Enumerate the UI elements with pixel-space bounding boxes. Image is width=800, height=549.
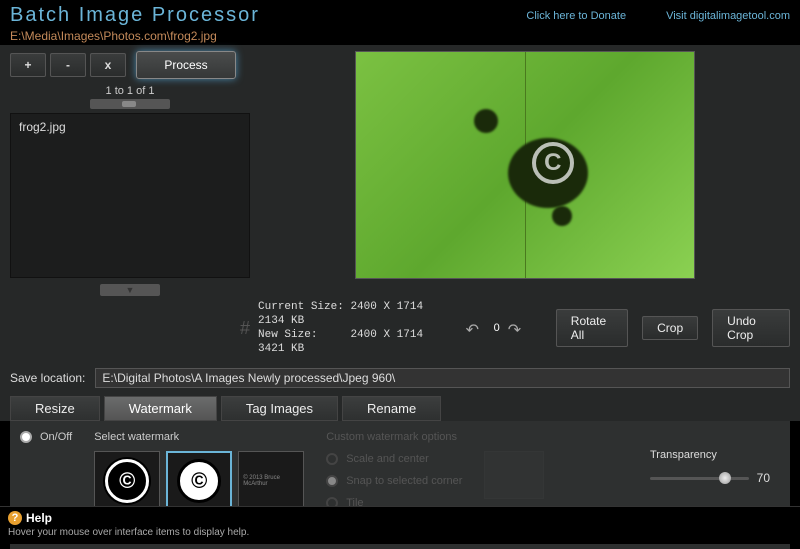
tab-resize[interactable]: Resize	[10, 396, 100, 421]
opt-snap-radio[interactable]	[326, 475, 338, 487]
help-title: Help	[26, 511, 52, 525]
visit-link[interactable]: Visit digitalimagetool.com	[666, 10, 790, 22]
add-file-button[interactable]: +	[10, 53, 46, 77]
remove-file-button[interactable]: -	[50, 53, 86, 77]
file-list[interactable]: frog2.jpg	[10, 113, 250, 278]
tab-rename[interactable]: Rename	[342, 396, 441, 421]
opt-scale-radio[interactable]	[326, 453, 338, 465]
list-item[interactable]: frog2.jpg	[15, 118, 245, 136]
image-preview: C	[355, 51, 695, 279]
watermark-onoff-label: On/Off	[40, 431, 72, 443]
donate-link[interactable]: Click here to Donate	[526, 10, 626, 22]
pager-slider[interactable]	[90, 99, 170, 109]
watermark-onoff-radio[interactable]	[20, 431, 32, 443]
transparency-label: Transparency	[650, 449, 770, 461]
hash-icon: #	[240, 318, 250, 339]
copyright-dark-icon: ©	[105, 459, 149, 503]
rotate-count: 0	[490, 322, 504, 334]
select-watermark-label: Select watermark	[94, 431, 304, 443]
tab-tag-images[interactable]: Tag Images	[221, 396, 338, 421]
watermark-preset-2[interactable]: ©	[166, 451, 232, 511]
transparency-value: 70	[757, 471, 770, 485]
copyright-light-icon: ©	[177, 459, 221, 503]
rotate-right-icon[interactable]: ↷	[508, 320, 528, 336]
current-size-label: Current Size:	[258, 301, 344, 313]
help-text: Hover your mouse over interface items to…	[8, 527, 792, 538]
rotate-all-button[interactable]: Rotate All	[556, 309, 628, 347]
opt-snap-label: Snap to selected corner	[346, 475, 462, 487]
transparency-slider[interactable]	[650, 477, 749, 480]
watermark-preset-1[interactable]: ©	[94, 451, 160, 511]
watermark-preview-thumb	[484, 451, 544, 499]
crop-button[interactable]: Crop	[642, 316, 698, 340]
watermark-text-sample: © 2013 Bruce McArthur	[239, 471, 303, 491]
watermark-preset-3[interactable]: © 2013 Bruce McArthur	[238, 451, 304, 511]
opt-scale-label: Scale and center	[346, 453, 429, 465]
copyright-icon: C	[532, 142, 574, 184]
chevron-down-icon: ▼	[126, 285, 135, 295]
save-location-label: Save location:	[10, 371, 85, 385]
help-icon: ?	[8, 511, 22, 525]
custom-watermark-label: Custom watermark options	[326, 431, 462, 443]
tab-watermark[interactable]: Watermark	[104, 396, 217, 421]
process-button[interactable]: Process	[136, 51, 236, 79]
transparency-knob[interactable]	[719, 472, 731, 484]
expand-handle[interactable]: ▼	[100, 284, 160, 296]
file-pager: 1 to 1 of 1	[10, 85, 250, 97]
clear-files-button[interactable]: x	[90, 53, 126, 77]
save-location-input[interactable]	[95, 368, 790, 388]
undo-crop-button[interactable]: Undo Crop	[712, 309, 790, 347]
rotate-left-icon[interactable]: ↶	[466, 320, 486, 336]
current-filepath: E:\Media\Images\Photos.com\frog2.jpg	[10, 29, 260, 43]
new-size-label: New Size:	[258, 329, 317, 341]
app-title: Batch Image Processor	[10, 4, 260, 27]
